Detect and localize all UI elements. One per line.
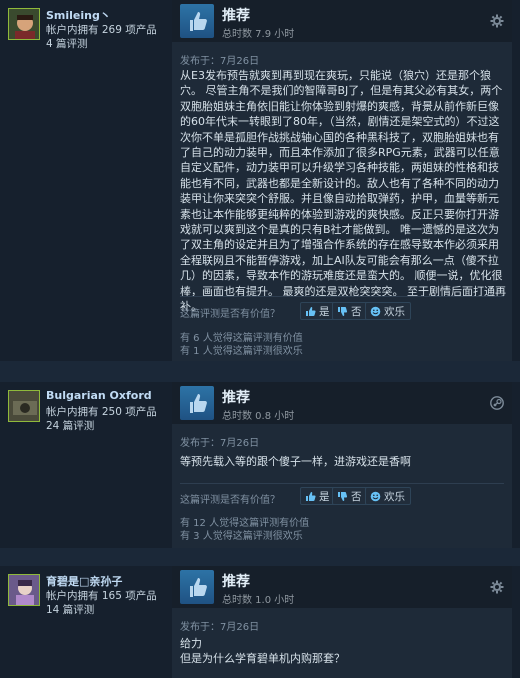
owned-products[interactable]: 帐户内拥有 250 项产品	[46, 404, 157, 419]
steam-icon[interactable]	[490, 396, 504, 410]
vote-yes-button[interactable]: 是	[300, 487, 336, 505]
vote-header[interactable]: 推荐 总时数 7.9 小时	[172, 0, 512, 42]
funny-count: 有 1 人觉得这篇评测很欢乐	[180, 346, 303, 357]
avatar[interactable]	[8, 574, 40, 606]
vote-yes-label: 是	[319, 305, 330, 318]
review-count[interactable]: 14 篇评测	[46, 602, 94, 617]
vote-yes-label: 是	[319, 490, 330, 503]
helpful-question: 这篇评测是否有价值？	[180, 495, 280, 506]
vote-funny-button[interactable]: 欢乐	[365, 487, 411, 505]
vote-no-button[interactable]: 否	[332, 487, 368, 505]
vote-header[interactable]: 推荐 总时数 0.8 小时	[172, 382, 512, 424]
hours-played: 总时数 1.0 小时	[222, 595, 295, 606]
helpful-question: 这篇评测是否有价值？	[180, 309, 280, 320]
divider	[180, 296, 504, 297]
thumbs-down-icon	[337, 306, 348, 317]
avatar[interactable]	[8, 390, 40, 422]
thumbs-up-icon	[180, 570, 214, 604]
vote-funny-button[interactable]: 欢乐	[365, 302, 411, 320]
review-content: 推荐 总时数 0.8 小时 发布于：7月26日 等预先载入等的跟个傻子一样，进游…	[172, 382, 512, 548]
posted-date: 发布于：7月26日	[180, 56, 260, 67]
vote-no-button[interactable]: 否	[332, 302, 368, 320]
review-card: 育碧是□亲孙子 帐户内拥有 165 项产品 14 篇评测 推荐 总时数 1.0 …	[0, 566, 520, 678]
persona-name[interactable]: 育碧是□亲孙子	[46, 573, 122, 589]
recommendation-title: 推荐	[222, 390, 250, 406]
divider	[180, 483, 504, 484]
thumbs-up-icon	[180, 4, 214, 38]
thumbs-up-icon	[305, 306, 316, 317]
gear-icon[interactable]	[490, 580, 504, 594]
vote-funny-label: 欢乐	[384, 305, 405, 318]
owned-products[interactable]: 帐户内拥有 165 项产品	[46, 588, 157, 603]
persona-name[interactable]: Bulgarian Oxford	[46, 389, 152, 402]
recommendation-title: 推荐	[222, 8, 250, 24]
review-body: 等预先载入等的跟个傻子一样，进游戏还是香啊	[180, 455, 411, 468]
review-body: 从E3发布预告就爽到再到现在爽玩，只能说（狼穴）还是那个狼穴。 尽管主角不是我们…	[180, 69, 506, 314]
review-card: Bulgarian Oxford 帐户内拥有 250 项产品 24 篇评测 推荐…	[0, 382, 520, 548]
funny-count: 有 3 人觉得这篇评测很欢乐	[180, 531, 303, 542]
review-content: 推荐 总时数 7.9 小时 发布于：7月26日 从E3发布预告就爽到再到现在爽玩…	[172, 0, 512, 361]
vote-no-label: 否	[351, 490, 362, 503]
vote-no-label: 否	[351, 305, 362, 318]
hours-played: 总时数 7.9 小时	[222, 29, 295, 40]
vote-funny-label: 欢乐	[384, 490, 405, 503]
posted-date: 发布于：7月26日	[180, 438, 260, 449]
smiley-icon	[370, 491, 381, 502]
thumbs-up-icon	[180, 386, 214, 420]
smiley-icon	[370, 306, 381, 317]
gear-icon[interactable]	[490, 14, 504, 28]
review-content: 推荐 总时数 1.0 小时 发布于：7月26日 给力 但是为什么学育碧单机内购那…	[172, 566, 512, 678]
owned-products[interactable]: 帐户内拥有 269 项产品	[46, 22, 157, 37]
thumbs-down-icon	[337, 491, 348, 502]
recommendation-title: 推荐	[222, 574, 250, 590]
review-count[interactable]: 24 篇评测	[46, 418, 94, 433]
persona-name[interactable]: Smileing丶	[46, 7, 111, 23]
thumbs-up-icon	[305, 491, 316, 502]
vote-yes-button[interactable]: 是	[300, 302, 336, 320]
vote-header[interactable]: 推荐 总时数 1.0 小时	[172, 566, 512, 608]
posted-date: 发布于：7月26日	[180, 622, 260, 633]
hours-played: 总时数 0.8 小时	[222, 411, 295, 422]
review-count[interactable]: 4 篇评测	[46, 36, 88, 51]
avatar[interactable]	[8, 8, 40, 40]
review-card: Smileing丶 帐户内拥有 269 项产品 4 篇评测 推荐 总时数 7.9…	[0, 0, 520, 361]
review-body: 给力 但是为什么学育碧单机内购那套？	[180, 637, 345, 666]
